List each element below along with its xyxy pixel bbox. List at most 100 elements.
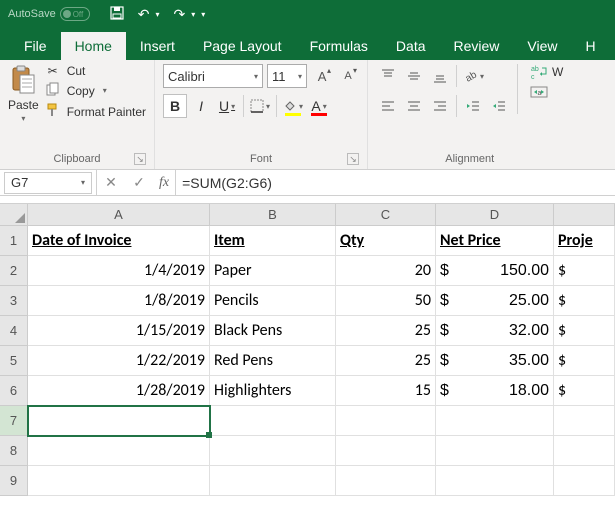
cell[interactable]: $ xyxy=(554,376,615,406)
cell[interactable] xyxy=(436,466,554,496)
shrink-font-button[interactable]: A▾ xyxy=(337,65,359,87)
enter-formula-icon[interactable]: ✓ xyxy=(125,174,153,191)
borders-button[interactable]: ▾ xyxy=(248,94,272,118)
cell[interactable] xyxy=(28,436,210,466)
cell[interactable]: $32.00 xyxy=(436,316,554,346)
col-header-c[interactable]: C xyxy=(336,204,436,226)
formula-input[interactable]: =SUM(G2:G6) xyxy=(176,175,615,191)
tab-home[interactable]: Home xyxy=(61,32,126,60)
row-header[interactable]: 3 xyxy=(0,286,28,316)
tab-view[interactable]: View xyxy=(513,32,571,60)
paste-button[interactable]: Paste ▾ xyxy=(8,64,39,123)
cell[interactable]: $25.00 xyxy=(436,286,554,316)
cell[interactable]: $18.00 xyxy=(436,376,554,406)
cell[interactable] xyxy=(554,406,615,436)
row-header[interactable]: 8 xyxy=(0,436,28,466)
cell[interactable]: 20 xyxy=(336,256,436,286)
cell[interactable] xyxy=(28,466,210,496)
cell[interactable] xyxy=(210,406,336,436)
cell[interactable] xyxy=(210,436,336,466)
copy-dropdown-icon[interactable]: ▾ xyxy=(103,86,107,95)
font-name-select[interactable]: Calibri▾ xyxy=(163,64,263,88)
cell[interactable]: 1/8/2019 xyxy=(28,286,210,316)
cell[interactable]: Net Price xyxy=(436,226,554,256)
cell[interactable] xyxy=(336,436,436,466)
cell[interactable] xyxy=(210,466,336,496)
cancel-formula-icon[interactable]: ✕ xyxy=(97,174,125,191)
cell[interactable] xyxy=(436,436,554,466)
select-all-corner[interactable] xyxy=(0,204,28,226)
orientation-button[interactable]: ab▾ xyxy=(461,64,485,88)
redo-icon[interactable]: ↷ xyxy=(173,6,185,23)
row-header[interactable]: 9 xyxy=(0,466,28,496)
align-bottom-button[interactable] xyxy=(428,64,452,88)
cell[interactable]: Item xyxy=(210,226,336,256)
merge-center-button[interactable]: a xyxy=(530,84,563,100)
grow-font-button[interactable]: A▴ xyxy=(311,65,333,87)
autosave-toggle[interactable]: AutoSave Off xyxy=(8,7,90,21)
fx-icon[interactable]: fx xyxy=(153,175,175,191)
row-header[interactable]: 4 xyxy=(0,316,28,346)
formula-expand-handle[interactable] xyxy=(0,196,615,204)
tab-formulas[interactable]: Formulas xyxy=(296,32,382,60)
save-icon[interactable] xyxy=(110,6,124,23)
tab-file[interactable]: File xyxy=(10,32,61,60)
clipboard-launcher-icon[interactable]: ↘ xyxy=(134,153,146,165)
cell[interactable]: 25 xyxy=(336,346,436,376)
col-header-a[interactable]: A xyxy=(28,204,210,226)
cell[interactable]: Paper xyxy=(210,256,336,286)
align-left-button[interactable] xyxy=(376,94,400,118)
undo-icon[interactable]: ↶ xyxy=(138,6,150,23)
cell[interactable]: $150.00 xyxy=(436,256,554,286)
cell-selected[interactable] xyxy=(28,406,210,436)
cell[interactable]: 50 xyxy=(336,286,436,316)
increase-indent-button[interactable] xyxy=(487,94,511,118)
cell[interactable]: 15 xyxy=(336,376,436,406)
cell[interactable]: 1/22/2019 xyxy=(28,346,210,376)
cell[interactable] xyxy=(554,436,615,466)
format-painter-button[interactable]: Format Painter xyxy=(45,103,146,120)
font-color-button[interactable]: A▾ xyxy=(307,94,331,118)
paste-dropdown-icon[interactable]: ▾ xyxy=(21,114,25,123)
row-header[interactable]: 2 xyxy=(0,256,28,286)
col-header-d[interactable]: D xyxy=(436,204,554,226)
font-size-select[interactable]: 11▾ xyxy=(267,64,307,88)
tab-page-layout[interactable]: Page Layout xyxy=(189,32,296,60)
align-center-button[interactable] xyxy=(402,94,426,118)
cell[interactable]: Pencils xyxy=(210,286,336,316)
cell[interactable]: 1/15/2019 xyxy=(28,316,210,346)
cell[interactable]: $ xyxy=(554,286,615,316)
cell[interactable]: Proje xyxy=(554,226,615,256)
row-header[interactable]: 7 xyxy=(0,406,28,436)
font-launcher-icon[interactable]: ↘ xyxy=(347,153,359,165)
cell[interactable]: $ xyxy=(554,316,615,346)
row-header[interactable]: 6 xyxy=(0,376,28,406)
cell[interactable]: Qty xyxy=(336,226,436,256)
cell[interactable] xyxy=(336,406,436,436)
copy-button[interactable]: Copy▾ xyxy=(45,82,146,99)
spreadsheet-grid[interactable]: A B C D 1 Date of Invoice Item Qty Net P… xyxy=(0,204,615,496)
bold-button[interactable]: B xyxy=(163,94,187,118)
cell[interactable]: 1/28/2019 xyxy=(28,376,210,406)
underline-button[interactable]: U▾ xyxy=(215,94,239,118)
cell[interactable]: 25 xyxy=(336,316,436,346)
tab-insert[interactable]: Insert xyxy=(126,32,189,60)
cell[interactable]: $35.00 xyxy=(436,346,554,376)
fill-color-button[interactable]: ▾ xyxy=(281,94,305,118)
row-header[interactable]: 5 xyxy=(0,346,28,376)
cut-button[interactable]: ✂Cut xyxy=(45,64,146,78)
col-header-b[interactable]: B xyxy=(210,204,336,226)
italic-button[interactable]: I xyxy=(189,94,213,118)
align-top-button[interactable] xyxy=(376,64,400,88)
tab-review[interactable]: Review xyxy=(440,32,514,60)
align-right-button[interactable] xyxy=(428,94,452,118)
undo-dropdown-icon[interactable]: ▾ xyxy=(155,10,159,19)
cell[interactable] xyxy=(336,466,436,496)
name-box[interactable]: G7▾ xyxy=(4,172,92,194)
tab-data[interactable]: Data xyxy=(382,32,440,60)
row-header[interactable]: 1 xyxy=(0,226,28,256)
col-header-e[interactable] xyxy=(554,204,615,226)
wrap-text-button[interactable]: abcW xyxy=(530,64,563,80)
cell[interactable] xyxy=(436,406,554,436)
cell[interactable]: Red Pens xyxy=(210,346,336,376)
